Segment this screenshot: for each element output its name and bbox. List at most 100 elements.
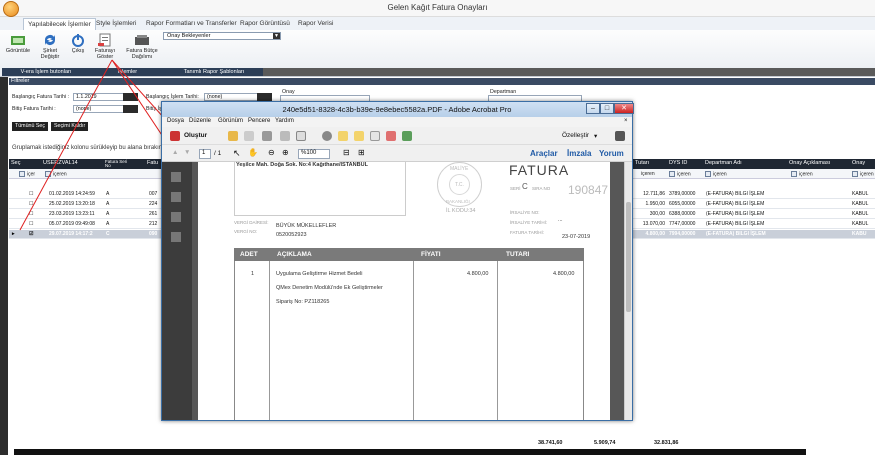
tab-rapor-verisi[interactable]: Rapor Verisi [294,18,337,30]
page-number-input[interactable]: 1 [199,149,211,159]
comment-link[interactable]: Yorum [599,149,624,158]
col-header-userzval14[interactable]: USERZVAL14 [43,160,78,167]
menu-duzenle[interactable]: Düzenle [189,118,211,124]
create-button[interactable]: Oluştur [184,132,207,139]
menu-gorunum[interactable]: Görünüm [218,118,243,124]
menu-yardim[interactable]: Yardım [275,118,294,124]
ribbon-tabs: Yapılabilecek İşlemler Style İşlemleri R… [0,17,875,30]
tab-style-islemleri[interactable]: Style İşlemleri [92,18,140,30]
start-date-label: Başlangıç Fatura Tarihi : [12,94,70,100]
col-header-fatura[interactable]: Fatu [147,160,158,167]
filter-cell-departman[interactable]: içeren [705,171,727,177]
zoom-in-icon[interactable]: ⊕ [282,148,289,157]
end-date-spin[interactable] [123,105,138,113]
maximize-button[interactable]: □ [600,103,614,114]
tools-link[interactable]: Araçlar [530,149,558,158]
zoom-input[interactable]: %100 [298,149,330,159]
sign-link[interactable]: İmzala [567,149,591,158]
select-cursor-icon[interactable]: ↖ [233,148,241,159]
menu-close-icon[interactable]: × [624,118,628,124]
switch-company-button[interactable]: Şirket Değiştir [35,33,65,60]
report-template-select[interactable]: Onay Bekleyenler ▼ [163,32,281,40]
hand-tool-icon[interactable]: ✋ [248,148,258,157]
invoice-title: FATURA [509,162,570,178]
tab-yapilabilecek-islemler[interactable]: Yapılabilecek İşlemler [23,18,96,30]
select-all-button[interactable]: Tümünü Seç [12,122,49,131]
scroll-thumb[interactable] [626,202,631,312]
horizontal-scrollbar[interactable] [14,449,806,455]
row-checkbox[interactable]: ☐ [29,190,33,198]
fit-page-icon[interactable]: ⊟ [343,148,350,157]
tax-office: BÜYÜK MÜKELLEFLER [276,223,337,229]
expand-icon[interactable] [615,131,625,141]
left-dock-strip[interactable] [0,77,8,455]
menu-pencere[interactable]: Pencere [248,118,270,124]
exit-button[interactable]: Çıkış [63,33,93,54]
view-button[interactable]: Görüntüle [3,33,33,54]
next-page-icon[interactable]: ▼ [184,149,190,156]
start-op-date-label: Başlangıç İşlem Tarihi: [146,94,199,100]
pdf-icon[interactable] [386,131,396,141]
sira-label: SIRA NO [532,186,551,191]
filter-cell-sec[interactable]: içer [19,171,35,177]
seri-value: C [522,182,528,191]
start-op-date-spin[interactable] [257,93,272,101]
prev-page-icon[interactable]: ▲ [172,149,178,156]
document-vertical-scrollbar[interactable] [624,162,632,420]
filter-cell-onay-aciklama[interactable]: içeren [791,171,813,177]
zoom-out-icon[interactable]: ⊖ [268,148,275,157]
signatures-icon[interactable] [171,232,181,242]
start-date-spin[interactable] [123,93,138,101]
minimize-button[interactable]: – [586,103,600,114]
highlight-icon[interactable] [354,131,364,141]
app-title: Gelen Kağıt Fatura Onayları [387,3,488,12]
invoice-page: Yeşilce Mah. Doğa Sok. No:4 Kağıthane/İS… [198,162,610,420]
invoice-date: 23-07-2019 [562,234,591,240]
email-icon[interactable] [296,131,306,141]
fullscreen-icon[interactable]: ⊞ [358,148,365,157]
clear-selection-button[interactable]: Seçimi Kaldır [51,122,89,131]
filter-cell-tutari[interactable]: içeren [641,171,655,177]
col-header-sec[interactable]: Seç [11,160,20,167]
invoice-budget-button[interactable]: Fatura Bütçe Dağılımı [124,33,160,60]
col-header-dys-id[interactable]: DYS ID [669,160,687,167]
tab-rapor-formatlari[interactable]: Rapor Formatları ve Transferler [142,18,241,30]
chevron-down-icon[interactable]: ▼ [273,33,280,39]
filter-cell-dys[interactable]: içeren [669,171,691,177]
chevron-down-icon[interactable]: ▾ [594,132,597,140]
filter-cell-userzval[interactable]: içeren [45,171,67,177]
document-view[interactable]: Yeşilce Mah. Doğa Sok. No:4 Kağıthane/İS… [192,162,624,420]
col-header-departman[interactable]: Departman Adı [705,160,742,167]
page-thumbnails-icon[interactable] [171,172,181,182]
acrobat-window[interactable]: 240e5d51-8328-4c3b-b39e-9e8ebec5582a.PDF… [161,101,634,421]
col-header-onay[interactable]: Onay [852,160,865,167]
customize-dropdown[interactable]: Özelleştir [562,132,589,139]
row-checkbox[interactable]: ☐ [29,220,33,228]
acrobat-nav-toolbar: ▲ ▼ 1 / 1 ↖ ✋ ⊖ ⊕ %100 ⊟ ⊞ Araçlar İmzal… [162,145,632,162]
menu-dosya[interactable]: Dosya [167,118,184,124]
open-icon[interactable] [228,131,238,141]
row-checkbox[interactable]: ☐ [29,200,33,208]
stamp-icon[interactable] [370,131,380,141]
edit-icon[interactable] [280,131,290,141]
settings-icon[interactable] [322,131,332,141]
filter-cell-onay[interactable]: içeren [852,171,874,177]
start-op-date-input[interactable]: (none) [204,93,262,101]
attachments-icon[interactable] [171,212,181,222]
invoice-table-header: ADET AÇIKLAMA FİYATI TUTARI [234,248,584,261]
close-button[interactable]: ✕ [614,103,634,114]
col-header-onay-aciklamasi[interactable]: Onay Açıklaması [789,160,830,167]
acrobat-title-bar[interactable]: 240e5d51-8328-4c3b-b39e-9e8ebec5582a.PDF… [162,102,634,117]
comment-icon[interactable] [338,131,348,141]
tab-rapor-goruntusu[interactable]: Rapor Görüntüsü [236,18,294,30]
row-checkbox[interactable]: ☐ [29,210,33,218]
col-header-fatura-seri[interactable]: Fatura Seri No [105,159,133,168]
show-invoice-button[interactable]: Faturayı Göster [90,33,120,60]
export-icon[interactable] [402,131,412,141]
bookmarks-icon[interactable] [171,192,181,202]
save-icon[interactable] [244,131,254,141]
row-checkbox-checked[interactable]: ☑ [29,230,33,238]
col-header-tutari[interactable]: Tutarı [635,160,649,167]
view-icon [11,36,25,45]
print-icon[interactable] [262,131,272,141]
